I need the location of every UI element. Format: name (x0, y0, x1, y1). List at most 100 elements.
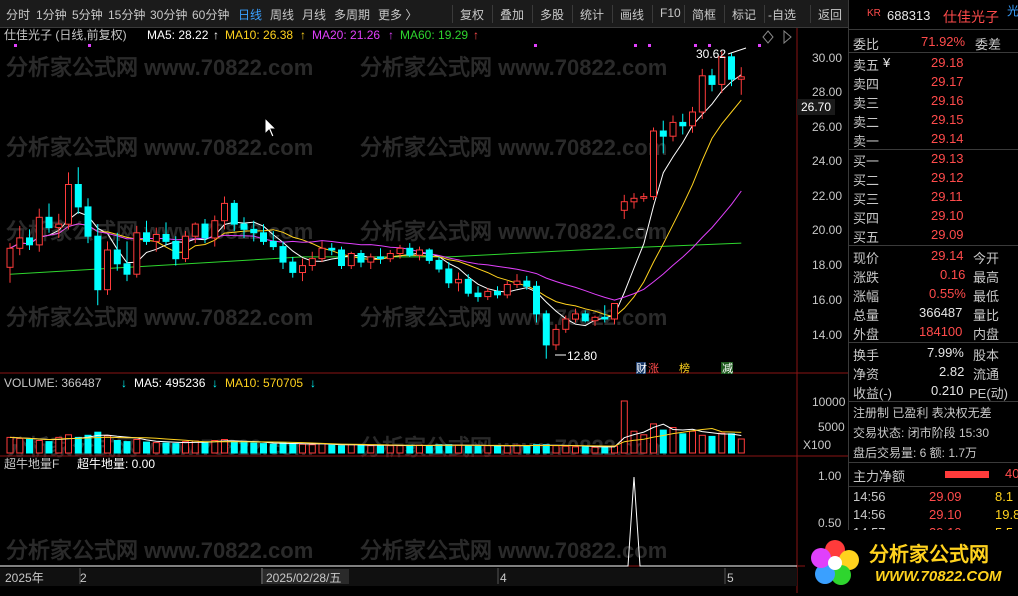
volume-bar (698, 434, 706, 454)
simple-frame-button[interactable]: 简框 (692, 6, 716, 23)
ask3-label: 卖三 (853, 96, 880, 111)
volume-bar (152, 442, 160, 454)
period-tab-weekly[interactable]: 周线 (270, 6, 294, 23)
overlay-button[interactable]: 叠加 (500, 6, 524, 23)
volume-bar (513, 444, 521, 454)
volume-bar (562, 445, 570, 454)
volume-bar (318, 443, 326, 454)
watermark: 分析家公式网 www.70822.com (360, 135, 667, 160)
bid5-label: 买五 (853, 230, 880, 245)
volume-bar (182, 441, 189, 454)
bid1-label: 买一 (853, 154, 880, 169)
volume-bar (308, 444, 316, 454)
candle (74, 167, 82, 214)
after-hours: 盘后交易量: 6 额: 1.7万 (853, 446, 978, 460)
multi-stock-button[interactable]: 多股 (540, 6, 564, 23)
period-tab-monthly[interactable]: 月线 (302, 6, 326, 23)
tick-price: 29.09 (929, 489, 962, 504)
candle (669, 115, 677, 142)
volume-bar (669, 427, 677, 454)
bid4-price[interactable]: 29.10 (931, 208, 964, 223)
f10-button[interactable]: F10 (660, 6, 681, 20)
watermark-group: 分析家公式网 www.70822.com 分析家公式网 www.70822.co… (6, 55, 667, 563)
watchlist-button[interactable]: -自选 (768, 6, 796, 23)
ask1-price[interactable]: 29.14 (931, 131, 964, 146)
candle (425, 248, 433, 264)
stats-button[interactable]: 统计 (580, 6, 604, 23)
candle (737, 67, 745, 95)
logo-url: WWW.70822.COM (875, 568, 1002, 585)
candle (474, 286, 482, 302)
bid4-label: 买四 (853, 211, 880, 226)
event-finance-marker[interactable]: 财 (636, 361, 647, 375)
bid3-price[interactable]: 29.11 (931, 189, 963, 204)
candle (464, 274, 472, 297)
kline-chart-area[interactable]: 分析家公式网 www.70822.com 分析家公式网 www.70822.co… (0, 28, 848, 593)
mark-button[interactable]: 标记 (732, 6, 756, 23)
ma10-label: MA10: 26.38 (225, 28, 293, 42)
net-asset-label: 净资 (853, 367, 880, 382)
stock-name[interactable]: 仕佳光子 (943, 7, 999, 27)
candle (35, 208, 43, 252)
volume-bar (35, 440, 43, 454)
volume-bar (172, 443, 180, 454)
back-button[interactable]: 返回 (818, 6, 842, 23)
period-tab-60min[interactable]: 60分钟 (192, 6, 229, 23)
ma60-label: MA60: 19.29 (400, 28, 468, 42)
period-tab-fenshi[interactable]: 分时 (6, 6, 30, 23)
candle (728, 53, 735, 87)
volume-bar (338, 445, 345, 454)
market-badge: KR (867, 8, 881, 19)
turnover-value: 7.99% (927, 345, 964, 360)
inner-vol-label: 内盘 (973, 327, 1000, 342)
volume-bar (484, 445, 492, 454)
bid2-price[interactable]: 29.12 (931, 170, 964, 185)
volume-bar (679, 433, 687, 454)
ask4-price[interactable]: 29.17 (931, 74, 964, 89)
volume-bar (718, 432, 726, 454)
volume-bar (445, 444, 453, 454)
period-tab-5min[interactable]: 5分钟 (72, 6, 103, 23)
volume-bar (65, 434, 72, 454)
period-tab-more[interactable]: 更多 〉 (378, 6, 417, 23)
volume-bar (299, 443, 306, 454)
candle (94, 224, 102, 306)
volume-bar (425, 445, 433, 454)
candle (503, 281, 511, 299)
period-tab-1min[interactable]: 1分钟 (36, 6, 67, 23)
trade-status: 交易状态: 闭市阶段 15:30 (853, 426, 990, 440)
price-label: 现价 (853, 251, 880, 266)
register-status: 注册制 已盈利 表决权无差 (853, 406, 992, 420)
event-list-marker[interactable]: 榜 (679, 361, 690, 375)
period-tab-30min[interactable]: 30分钟 (150, 6, 187, 23)
fuquan-button[interactable]: 复权 (460, 6, 484, 23)
outer-vol-label: 外盘 (853, 327, 880, 342)
candle (455, 272, 462, 292)
volume-bar (74, 436, 82, 454)
event-reduce-marker[interactable]: 减 (722, 362, 733, 375)
bid1-price[interactable]: 29.13 (931, 151, 964, 166)
ask2-price[interactable]: 29.15 (931, 112, 964, 127)
candle (650, 127, 657, 200)
candle (698, 68, 706, 119)
draw-line-button[interactable]: 画线 (620, 6, 644, 23)
kline-chart[interactable]: 分析家公式网 www.70822.com 分析家公式网 www.70822.co… (0, 28, 848, 593)
volume-axis: 10000 5000 X100 (803, 395, 846, 452)
volume-bar (16, 437, 24, 454)
date-cursor-label: 2025/02/28/五 (266, 571, 341, 585)
volume-bar (591, 446, 599, 454)
chart-title: 仕佳光子 (日线,前复权) (4, 28, 127, 42)
volume-bar (123, 441, 131, 454)
ask3-price[interactable]: 29.16 (931, 93, 964, 108)
ask5-price[interactable]: 29.18 (931, 55, 964, 70)
candle (494, 286, 501, 299)
candle (279, 241, 287, 269)
period-tab-daily[interactable]: 日线 (238, 6, 262, 23)
period-tab-multi[interactable]: 多周期 (334, 6, 370, 23)
volume-bar (455, 444, 462, 454)
bid5-price[interactable]: 29.09 (931, 227, 964, 242)
main-flow-value: 40 (1005, 466, 1018, 481)
period-tab-15min[interactable]: 15分钟 (108, 6, 145, 23)
candle (630, 193, 638, 209)
event-rise-marker[interactable]: 涨 (648, 362, 659, 375)
